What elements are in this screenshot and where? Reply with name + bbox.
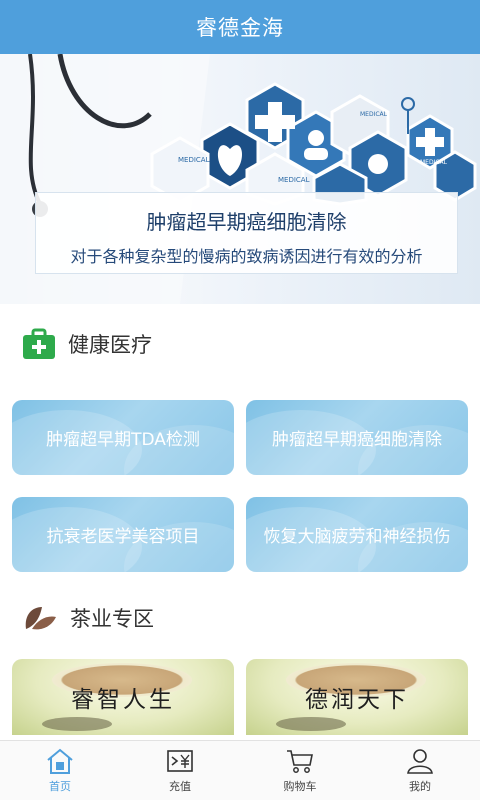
- tab-cart[interactable]: 购物车: [240, 741, 360, 800]
- tab-recharge[interactable]: 充值: [120, 741, 240, 800]
- user-icon: [407, 749, 433, 774]
- tab-label: 首页: [49, 780, 71, 793]
- tab-label: 我的: [409, 780, 431, 793]
- health-section-title: 健康医疗: [68, 333, 152, 357]
- service-tile-label: 肿瘤超早期癌细胞清除: [272, 430, 442, 450]
- service-tile-label: 抗衰老医学美容项目: [46, 527, 200, 547]
- svg-text:MEDICAL: MEDICAL: [420, 159, 448, 166]
- tab-profile[interactable]: 我的: [360, 741, 480, 800]
- svg-text:MEDICAL: MEDICAL: [278, 176, 310, 184]
- tea-tile-label: 德润天下: [305, 687, 409, 713]
- app-header: 睿德金海: [0, 0, 480, 54]
- service-tile-label: 恢复大脑疲劳和神经损伤: [263, 527, 451, 547]
- tea-leaves-image: [276, 717, 346, 731]
- tab-label: 充值: [169, 780, 191, 793]
- service-tile-brain-recovery[interactable]: 恢复大脑疲劳和神经损伤: [246, 497, 468, 572]
- service-tile-label: 肿瘤超早期TDA检测: [46, 430, 200, 450]
- tab-label: 购物车: [283, 780, 317, 793]
- health-section-header: 健康医疗: [22, 328, 152, 360]
- tab-home[interactable]: 首页: [0, 741, 120, 800]
- tea-section-title: 茶业专区: [70, 607, 154, 631]
- banner-caption-box: 肿瘤超早期癌细胞清除 对于各种复杂型的慢病的致病诱因进行有效的分析: [35, 192, 458, 274]
- tea-tile-virtue-world[interactable]: 德润天下: [246, 659, 468, 735]
- banner-subtitle: 对于各种复杂型的慢病的致病诱因进行有效的分析: [70, 247, 423, 266]
- svg-text:MEDICAL: MEDICAL: [360, 111, 388, 118]
- cart-icon: [287, 750, 313, 773]
- tea-leaves-image: [42, 717, 112, 731]
- tea-tile-wisdom-life[interactable]: 睿智人生: [12, 659, 234, 735]
- medical-kit-icon: [23, 328, 55, 359]
- promo-banner[interactable]: MEDICAL MEDICAL MEDICAL MEDICAL 肿瘤超早期癌细胞…: [0, 54, 480, 304]
- recharge-icon: [167, 750, 193, 772]
- banner-title: 肿瘤超早期癌细胞清除: [146, 210, 347, 234]
- tea-section-header: 茶业专区: [22, 603, 154, 633]
- tea-leaf-icon: [25, 607, 56, 630]
- bottom-tab-bar: 首页 充值 购物车 我的: [0, 740, 480, 800]
- tea-tile-label: 睿智人生: [71, 687, 175, 713]
- service-tile-anti-aging[interactable]: 抗衰老医学美容项目: [12, 497, 234, 572]
- service-tile-cancer-cell-clear[interactable]: 肿瘤超早期癌细胞清除: [246, 400, 468, 475]
- svg-text:MEDICAL: MEDICAL: [178, 156, 210, 164]
- home-icon: [47, 748, 73, 774]
- app-title: 睿德金海: [196, 16, 284, 40]
- service-tile-tda-test[interactable]: 肿瘤超早期TDA检测: [12, 400, 234, 475]
